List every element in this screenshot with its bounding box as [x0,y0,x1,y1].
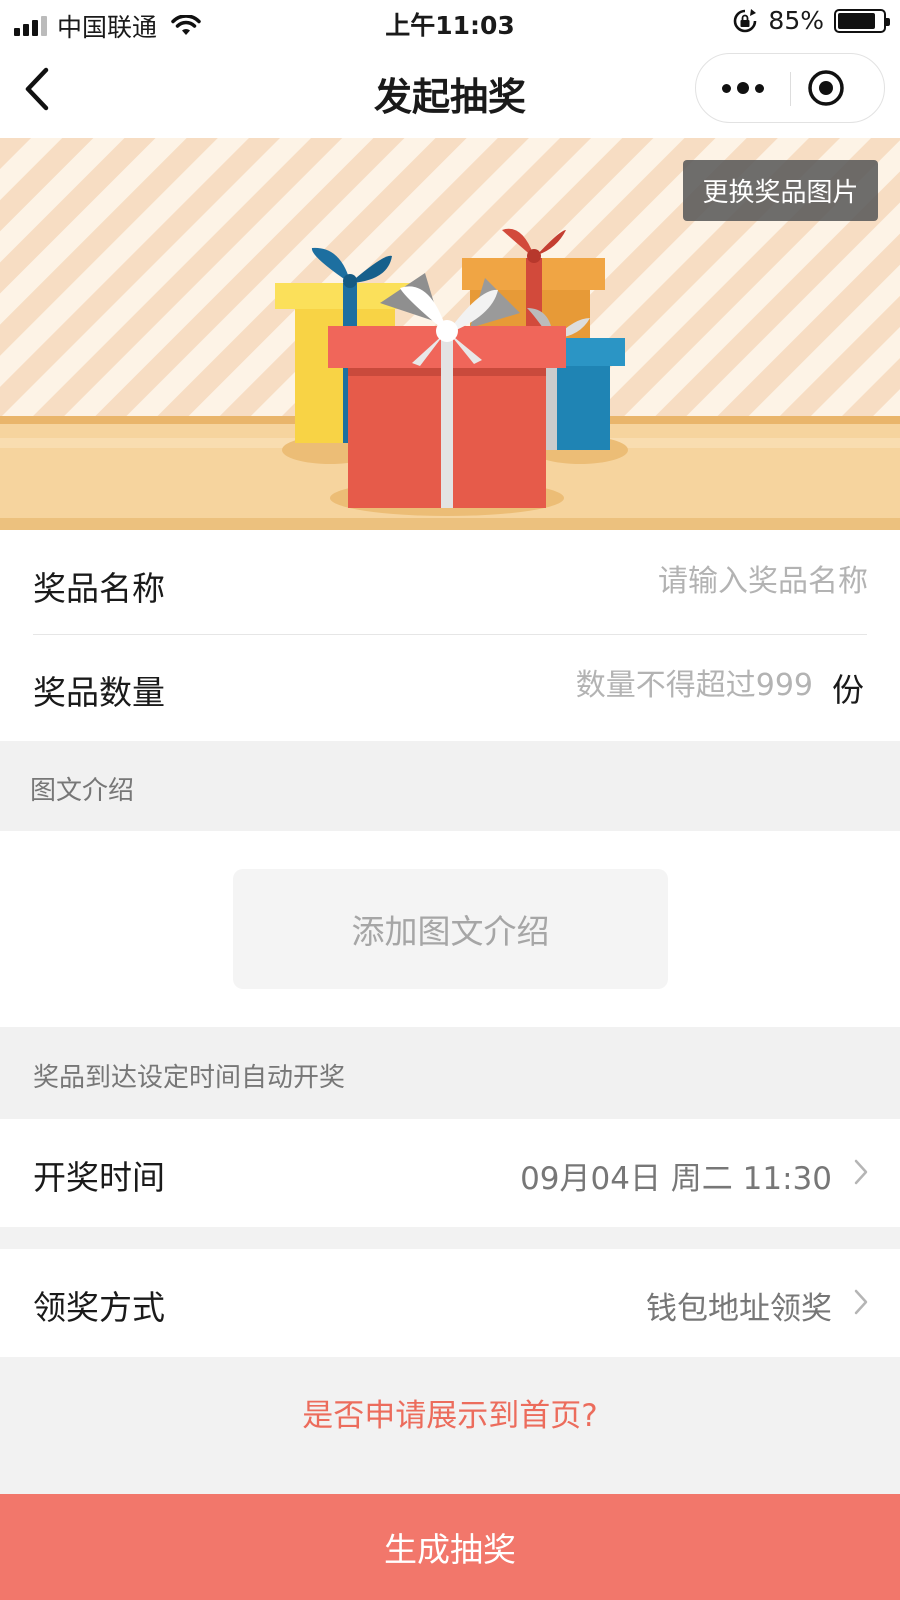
claim-method-value: 钱包地址领奖 [646,1291,832,1327]
status-right: 85% [732,6,890,35]
more-icon[interactable] [696,54,790,122]
battery-percent: 85% [768,6,824,35]
prize-info-group: 奖品名称 奖品数量 份 [0,530,900,741]
orientation-lock-icon [734,8,757,32]
change-prize-image-button[interactable]: 更换奖品图片 [683,160,878,221]
prize-quantity-label: 奖品数量 [33,673,165,712]
status-bar: 中国联通 上午11:03 85% [0,0,900,44]
claim-method-row[interactable]: 领奖方式 钱包地址领奖 [0,1249,900,1357]
add-intro-button[interactable]: 添加图文介绍 [233,869,668,989]
divider [33,634,867,635]
quantity-unit: 份 [832,671,865,709]
chevron-right-icon [854,1289,868,1315]
apply-homepage-link[interactable]: 是否申请展示到首页? [0,1390,900,1435]
prize-name-label: 奖品名称 [33,569,165,608]
prize-name-input[interactable] [420,556,868,606]
close-miniprogram-icon[interactable] [806,68,846,108]
draw-time-value: 09月04日 周二 11:30 [520,1161,832,1197]
capsule-divider [790,72,791,106]
battery-icon [834,8,890,33]
draw-section-header: 奖品到达设定时间自动开奖 [0,1027,900,1119]
prize-quantity-input[interactable] [420,660,813,710]
draw-section-title: 奖品到达设定时间自动开奖 [33,1063,346,1093]
intro-section-header: 图文介绍 [0,741,900,831]
chevron-right-icon [854,1159,868,1185]
capsule-menu [695,53,885,123]
generate-lottery-button[interactable]: 生成抽奖 [0,1494,900,1600]
draw-time-row[interactable]: 开奖时间 09月04日 周二 11:30 [0,1119,900,1227]
draw-time-label: 开奖时间 [33,1158,165,1197]
intro-section-title: 图文介绍 [30,776,135,806]
battery-level [838,12,876,29]
nav-bar: 发起抽奖 [0,44,900,138]
claim-method-label: 领奖方式 [33,1288,165,1327]
back-arrow-icon[interactable] [18,64,62,114]
